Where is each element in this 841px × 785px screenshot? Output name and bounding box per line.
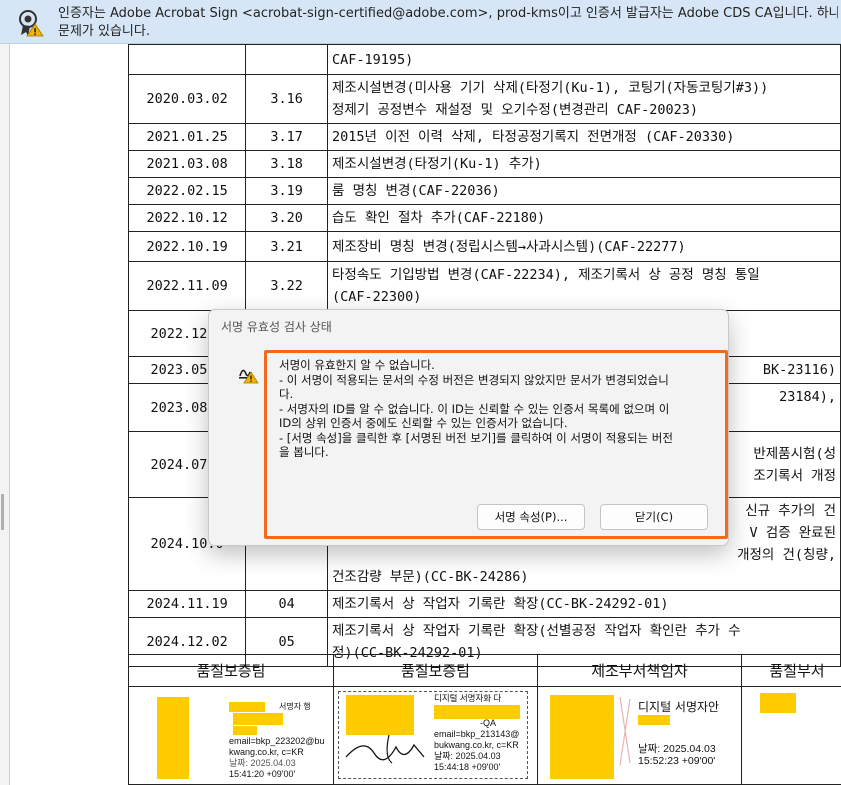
signature-cell-qa-1: 품질보증팀 서명자 행 email=bkp_223202@bu kwang.co… (129, 655, 334, 784)
table-row: 2022.02.15 3.19 룸 명칭 변경(CAF-22036) (127, 177, 841, 205)
signature-time: 15:41:20 +09'00' (229, 769, 296, 779)
signature-warning-icon (19, 10, 44, 37)
signature-email: email=bkp_223202@bu (229, 736, 325, 746)
signature-warning-icon (239, 369, 259, 384)
signature-header: 제조부서책임자 (538, 655, 741, 687)
date-cell: 2021.03.08 (127, 150, 247, 178)
message-line: - 서명자의 ID를 알 수 없습니다. 이 ID는 신뢰할 수 있는 인증서 … (279, 401, 670, 416)
signature-cell-production: 제조부서책임자 디지털 서명자안 날짜: 2025.04.03 15:52:23… (538, 655, 742, 784)
version-cell: 3.18 (245, 150, 329, 178)
version-cell (245, 44, 329, 75)
signature-qa: -QA (480, 718, 497, 728)
content-line: 개정의 건(칭량, (737, 547, 836, 563)
signature-date: 날짜: 2025.04.03 (638, 743, 716, 755)
content-line: 제조시설변경(미사용 기기 삭제(타정기(Ku-1), 코팅기(자동코팅기#3)… (332, 80, 769, 96)
validation-message: 서명이 유효한지 알 수 없습니다. - 이 서명이 적용되는 문서의 수정 버… (279, 358, 719, 460)
content-line: 타정속도 기입방법 변경(CAF-22234), 제조기록서 상 공정 명칭 통… (332, 267, 760, 283)
table-row: 2024.11.19 04 제조기록서 상 작업자 기록란 확장(CC-BK-2… (127, 590, 841, 618)
date-cell: 2020.03.02 (127, 74, 247, 124)
version-cell: 3.19 (245, 177, 329, 205)
table-row: 2021.01.25 3.17 2015년 이전 이력 삭제, 타정공정기록지 … (127, 123, 841, 151)
redaction-block (233, 713, 283, 725)
redaction-block (434, 705, 520, 719)
panel-resize-grip[interactable] (1, 494, 4, 530)
message-line: ID의 상위 인증서 중에도 신뢰할 수 있는 인증서가 없습니다. (279, 416, 568, 430)
redaction-block (229, 702, 265, 712)
version-cell: 3.16 (245, 74, 329, 124)
signature-date: 날짜: 2025.04.03 (229, 758, 296, 768)
redaction-block (638, 715, 670, 725)
content-cell: 제조기록서 상 작업자 기록란 확장(CC-BK-24292-01) (327, 590, 841, 618)
content-line: (CAF-22300) (332, 289, 422, 305)
content-cell: 습도 확인 절차 추가(CAF-22180) (327, 204, 841, 232)
version-cell: 3.21 (245, 231, 329, 262)
table-row: 2021.03.08 3.18 제조시설변경(타정기(Ku-1) 추가) (127, 150, 841, 178)
date-cell: 2024.11.19 (127, 590, 247, 618)
date-cell: 2021.01.25 (127, 123, 247, 151)
content-cell: 2015년 이전 이력 삭제, 타정공정기록지 전면개정 (CAF-20330) (327, 123, 841, 151)
redaction-block (233, 726, 257, 735)
signature-time: 15:44:18 +09'00' (434, 762, 501, 772)
digital-signer-label: 디지털 서명자안 (638, 700, 720, 714)
signature-status-bar: 인증자는 Adobe Acrobat Sign <acrobat-sign-ce… (0, 0, 841, 44)
signature-mark (619, 696, 631, 766)
signature-tag: 서명자 행 (279, 702, 311, 711)
signature-domain: kwang.co.kr, c=KR (229, 747, 304, 757)
content-cell: CAF-19195) (327, 44, 841, 75)
signature-cell-qa-2: 품질보증팀 디지털 서명자화 다 -QA email=bkp_213143@ b… (334, 655, 538, 784)
signature-status-message: 인증자는 Adobe Acrobat Sign <acrobat-sign-ce… (58, 5, 838, 41)
version-cell: 3.22 (245, 261, 329, 311)
signature-time: 15:52:23 +09'00' (638, 755, 716, 767)
signature-header: 품질보증팀 (334, 655, 537, 687)
signature-cell-qc: 품질부서 (742, 655, 841, 784)
left-panel-edge[interactable] (0, 44, 10, 785)
content-line: 건조감량 부문)(CC-BK-24286) (332, 569, 529, 585)
close-button[interactable]: 닫기(C) (600, 504, 708, 530)
table-row: CAF-19195) (127, 44, 841, 75)
signature-approval-table: 품질보증팀 서명자 행 email=bkp_223202@bu kwang.co… (128, 654, 841, 785)
message-line: 다. (279, 387, 294, 401)
date-cell: 2022.10.19 (127, 231, 247, 262)
signature-date: 날짜: 2025.04.03 (434, 751, 501, 761)
version-cell: 3.17 (245, 123, 329, 151)
content-cell: 제조시설변경(타정기(Ku-1) 추가) (327, 150, 841, 178)
handwritten-signature (345, 734, 425, 764)
version-cell: 3.20 (245, 204, 329, 232)
content-line: 제조기록서 상 작업자 기록란 확장(선별공정 작업자 확인란 추가 수 (332, 623, 741, 639)
content-line: 정제기 공정변수 재설정 및 오기수정(변경관리 CAF-20023) (332, 102, 699, 118)
date-cell: 2022.11.09 (127, 261, 247, 311)
signature-properties-button[interactable]: 서명 속성(P)... (477, 504, 585, 530)
table-row: 2022.10.19 3.21 제조장비 명칭 변경(정립시스템→사과시스템)(… (127, 231, 841, 262)
message-line: 서명이 유효한지 알 수 없습니다. (279, 358, 435, 372)
message-line: - 이 서명이 적용되는 문서의 수정 버전은 변경되지 않았지만 문서가 변경… (279, 372, 669, 387)
table-row: 2020.03.02 3.16 제조시설변경(미사용 기기 삭제(타정기(Ku-… (127, 74, 841, 124)
highlight-frame: 서명이 유효한지 알 수 없습니다. - 이 서명이 적용되는 문서의 수정 버… (264, 350, 728, 539)
status-line-2: 문제가 있습니다. (58, 24, 150, 39)
message-line: - [서명 속성]을 클릭한 후 [서명된 버전 보기]를 클릭하여 이 서명이… (279, 430, 673, 445)
content-cell: 타정속도 기입방법 변경(CAF-22234), 제조기록서 상 공정 명칭 통… (327, 261, 841, 311)
redaction-block (550, 695, 614, 779)
signature-domain: bukwang.co.kr, c=KR (434, 740, 519, 750)
status-line-1: 인증자는 Adobe Acrobat Sign <acrobat-sign-ce… (58, 6, 838, 21)
redaction-block (157, 697, 189, 779)
signature-header: 품질부서 (742, 655, 841, 687)
redaction-block (760, 693, 796, 713)
date-cell: 2022.02.15 (127, 177, 247, 205)
digital-signer-label: 디지털 서명자화 다 (434, 693, 502, 703)
signature-header: 품질보증팀 (129, 655, 333, 687)
version-cell: 04 (245, 590, 329, 618)
signature-email: email=bkp_213143@ (434, 729, 520, 739)
content-cell: 제조시설변경(미사용 기기 삭제(타정기(Ku-1), 코팅기(자동코팅기#3)… (327, 74, 841, 124)
table-row: 2022.10.12 3.20 습도 확인 절차 추가(CAF-22180) (127, 204, 841, 232)
date-cell: 2022.10.12 (127, 204, 247, 232)
message-line: 을 봅니다. (279, 445, 329, 459)
content-cell: 제조장비 명칭 변경(정립시스템→사과시스템)(CAF-22277) (327, 231, 841, 262)
date-cell (127, 44, 247, 75)
signature-validation-dialog: 서명 유효성 검사 상태 서명이 유효한지 알 수 없습니다. - 이 서명이 … (208, 309, 729, 546)
dialog-title: 서명 유효성 검사 상태 (221, 320, 332, 334)
content-cell: 룸 명칭 변경(CAF-22036) (327, 177, 841, 205)
table-row: 2022.11.09 3.22 타정속도 기입방법 변경(CAF-22234),… (127, 261, 841, 311)
